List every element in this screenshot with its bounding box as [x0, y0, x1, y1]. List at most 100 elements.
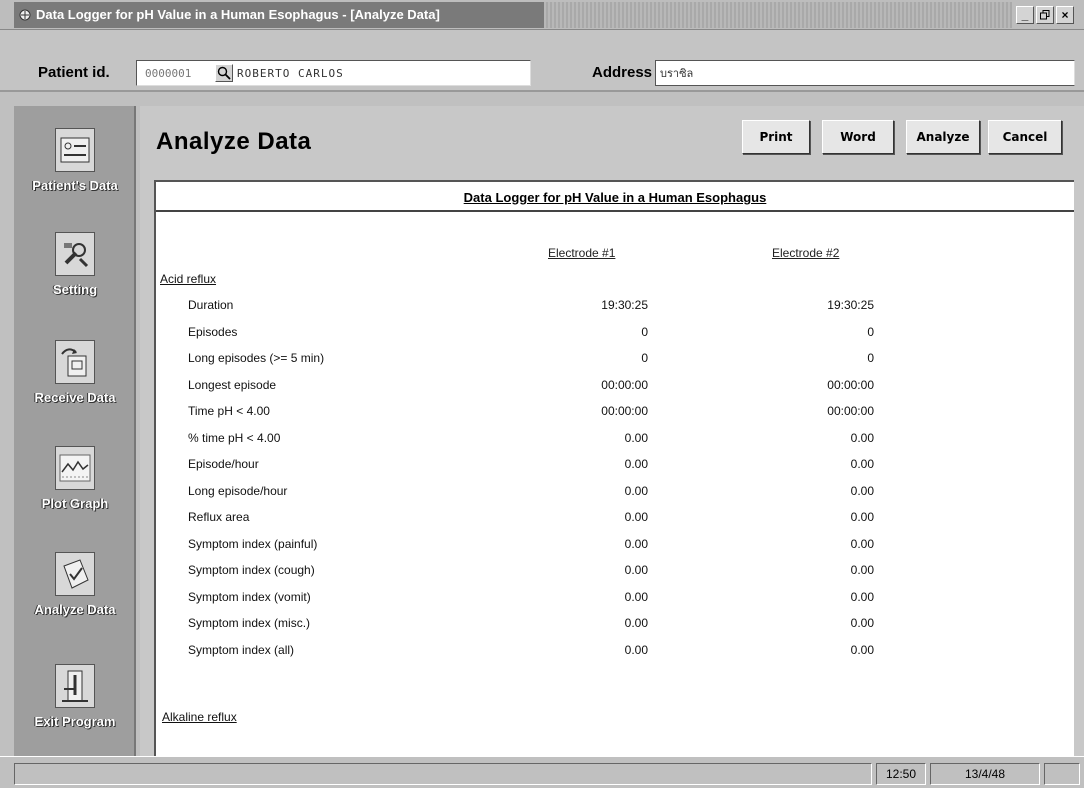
- row-label: Reflux area: [188, 510, 250, 524]
- electrode-1-value: 0.00: [624, 483, 648, 498]
- restore-button[interactable]: [1036, 5, 1054, 24]
- electrode-1-value: 00:00:00: [601, 377, 648, 392]
- electrode-1-value: 0.00: [624, 510, 648, 524]
- row-label: Long episode/hour: [188, 483, 288, 498]
- electrode-2-value: 0.00: [850, 430, 874, 445]
- title-bar-active: Data Logger for pH Value in a Human Esop…: [14, 1, 544, 28]
- sidebar-item-receive-data[interactable]: Receive Data: [14, 318, 136, 418]
- sidebar-item-patients-data[interactable]: Patient's Data: [14, 106, 136, 206]
- status-extra: [1044, 763, 1080, 785]
- title-bar: Data Logger for pH Value in a Human Esop…: [0, 0, 1084, 30]
- address-field[interactable]: บราซิล: [655, 60, 1075, 86]
- electrode-1-value: 0.00: [624, 642, 648, 657]
- search-icon: [217, 66, 231, 80]
- table-row: Long episodes (>= 5 min) 0 0: [156, 351, 1074, 373]
- acid-reflux-heading: Acid reflux: [160, 272, 217, 286]
- row-label: Symptom index (cough): [188, 563, 315, 577]
- cancel-button[interactable]: Cancel: [988, 120, 1062, 154]
- electrode-2-header: Electrode #2: [772, 246, 840, 260]
- alkaline-reflux-heading: Alkaline reflux: [162, 710, 237, 724]
- patient-bar: Patient id. 0000001 ROBERTO CARLOS Addre…: [0, 30, 1084, 92]
- table-row: Longest episode 00:00:00 00:00:00: [156, 378, 1074, 400]
- patient-id-label: Patient id.: [38, 64, 110, 81]
- electrode-2-value: 0: [867, 351, 874, 365]
- electrode-2-value: 0.00: [850, 536, 874, 551]
- sidebar-item-label: Setting: [52, 282, 98, 297]
- sidebar-item-analyze-data[interactable]: Analyze Data: [14, 530, 136, 630]
- table-row: % time pH < 4.00 0.00 0.00: [156, 431, 1074, 453]
- patient-id-value[interactable]: 0000001: [137, 67, 215, 80]
- row-label: Longest episode: [188, 377, 277, 392]
- table-row: Episode/hour 0.00 0.00: [156, 457, 1074, 479]
- report-panel: Data Logger for pH Value in a Human Esop…: [154, 180, 1074, 756]
- electrode-2-value: 0: [867, 324, 874, 339]
- setting-icon: [55, 232, 95, 276]
- row-label: Symptom index (misc.): [188, 616, 311, 630]
- plot-graph-icon: [55, 446, 95, 490]
- row-label: Time pH < 4.00: [188, 404, 270, 418]
- address-value[interactable]: บราซิล: [660, 64, 693, 82]
- exit-program-icon: [55, 664, 95, 708]
- sidebar-item-label: Plot Graph: [41, 496, 109, 511]
- electrode-1-value: 00:00:00: [601, 404, 648, 418]
- table-row: Long episode/hour 0.00 0.00: [156, 484, 1074, 506]
- electrode-1-header: Electrode #1: [548, 246, 616, 260]
- window-title: Data Logger for pH Value in a Human Esop…: [36, 7, 440, 22]
- word-button[interactable]: Word: [822, 120, 894, 154]
- patient-id-field[interactable]: 0000001 ROBERTO CARLOS: [136, 60, 531, 86]
- electrode-1-value: 0.00: [624, 457, 648, 471]
- restore-icon: [1040, 9, 1050, 19]
- table-row: Duration 19:30:25 19:30:25: [156, 298, 1074, 320]
- sidebar-item-label: Receive Data: [34, 390, 116, 405]
- analyze-button[interactable]: Analyze: [906, 120, 980, 154]
- main-panel: Analyze Data Print Word Analyze Cancel D…: [140, 106, 1084, 756]
- page-title: Analyze Data: [156, 128, 312, 155]
- sidebar-item-plot-graph[interactable]: Plot Graph: [14, 424, 136, 524]
- electrode-2-value: 0.00: [850, 642, 874, 657]
- sidebar: Patient's Data Setting Receive Data Plot…: [14, 106, 136, 756]
- table-row: Symptom index (vomit) 0.00 0.00: [156, 590, 1074, 612]
- title-bar-fill: [544, 1, 1012, 28]
- sidebar-item-exit-program[interactable]: Exit Program: [14, 642, 136, 742]
- electrode-2-value: 0.00: [850, 563, 874, 577]
- electrode-2-value: 0.00: [850, 457, 874, 471]
- status-message: [14, 763, 872, 785]
- electrode-2-value: 00:00:00: [827, 377, 874, 392]
- patient-data-icon: [55, 128, 95, 172]
- table-row: Episodes 0 0: [156, 325, 1074, 347]
- row-label: Symptom index (painful): [188, 536, 318, 551]
- row-label: Episodes: [188, 324, 238, 339]
- row-label: % time pH < 4.00: [188, 430, 281, 445]
- table-row: Symptom index (misc.) 0.00 0.00: [156, 616, 1074, 638]
- electrode-2-value: 0.00: [850, 483, 874, 498]
- electrode-2-value: 19:30:25: [827, 298, 874, 312]
- table-row: Reflux area 0.00 0.00: [156, 510, 1074, 532]
- print-button[interactable]: Print: [742, 120, 810, 154]
- electrode-1-value: 19:30:25: [601, 298, 648, 312]
- app-icon: [19, 9, 31, 20]
- electrode-1-value: 0.00: [624, 616, 648, 630]
- status-date: 13/4/48: [930, 763, 1040, 785]
- report-divider: [156, 210, 1074, 212]
- close-button[interactable]: ×: [1056, 5, 1074, 24]
- electrode-2-value: 00:00:00: [827, 404, 874, 418]
- window-controls: _ ×: [1016, 5, 1074, 24]
- report-title: Data Logger for pH Value in a Human Esop…: [463, 190, 767, 205]
- analyze-data-icon: [55, 552, 95, 596]
- table-row: Time pH < 4.00 00:00:00 00:00:00: [156, 404, 1074, 426]
- electrode-2-value: 0.00: [850, 589, 874, 604]
- sidebar-item-label: Analyze Data: [34, 602, 116, 617]
- sidebar-item-label: Patient's Data: [32, 178, 118, 193]
- row-label: Long episodes (>= 5 min): [188, 351, 325, 365]
- patient-search-button[interactable]: [215, 64, 233, 82]
- electrode-2-value: 0.00: [850, 510, 874, 524]
- row-label: Symptom index (vomit): [188, 589, 311, 604]
- electrode-1-value: 0: [641, 351, 648, 365]
- electrode-1-value: 0.00: [624, 563, 648, 577]
- table-row: Symptom index (painful) 0.00 0.00: [156, 537, 1074, 559]
- minimize-button[interactable]: _: [1016, 5, 1034, 24]
- electrode-1-value: 0: [641, 324, 648, 339]
- electrode-1-value: 0.00: [624, 430, 648, 445]
- status-bar: 12:50 13/4/48: [0, 756, 1084, 788]
- sidebar-item-setting[interactable]: Setting: [14, 210, 136, 310]
